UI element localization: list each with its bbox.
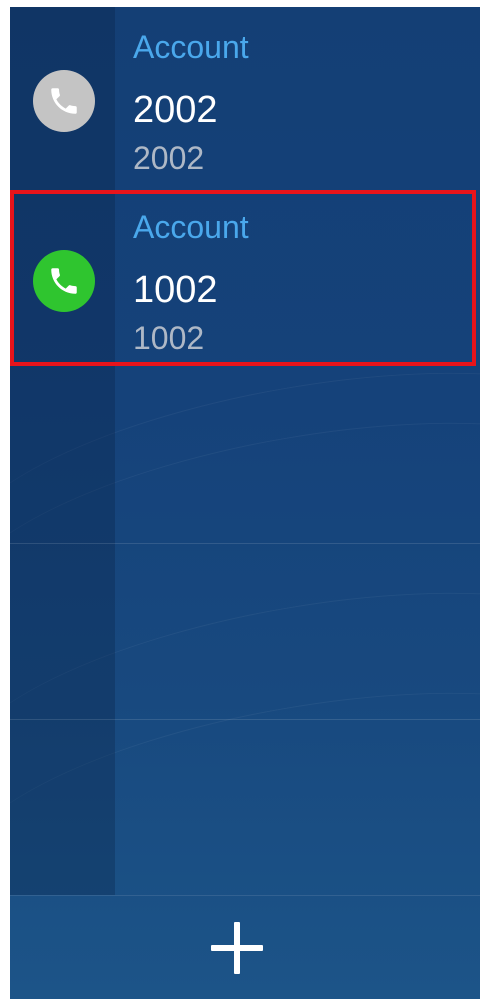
account-number: 1002 [133,320,205,356]
phone-icon [33,70,95,132]
account-name: 1002 [133,269,218,311]
account-label: Account [133,209,249,245]
phone-icon [33,250,95,312]
list-divider [10,719,480,720]
account-name: 2002 [133,89,218,131]
account-list-screen: Account 2002 2002 Account 1002 1002 [10,7,480,999]
account-number: 2002 [133,140,205,176]
list-divider [10,543,480,544]
add-account-button[interactable] [207,918,267,978]
bottom-bar [10,895,480,999]
account-item-1[interactable]: Account 2002 2002 [10,7,480,187]
account-label: Account [133,29,249,65]
account-item-2[interactable]: Account 1002 1002 [10,187,480,367]
